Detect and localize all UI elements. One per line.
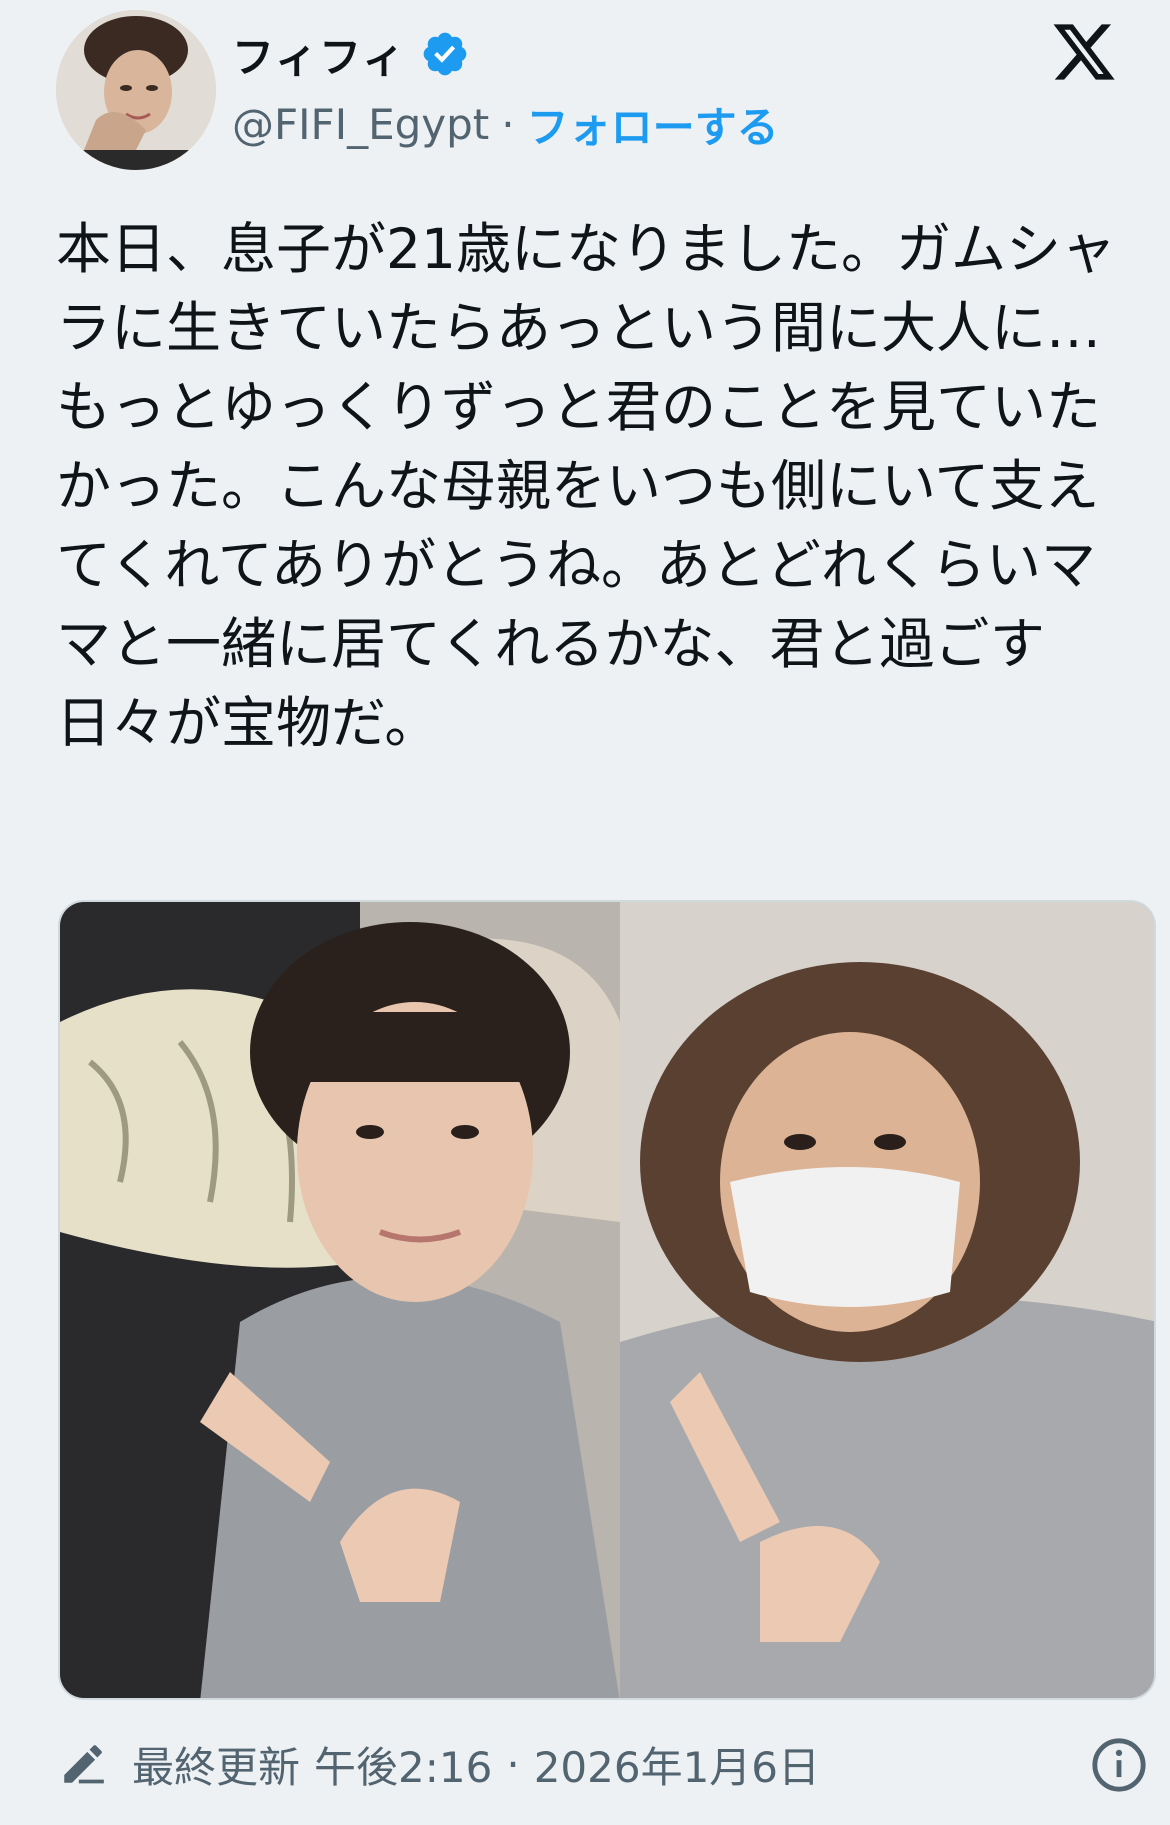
tweet-date[interactable]: 2026年1月6日 bbox=[534, 1734, 820, 1795]
info-icon[interactable] bbox=[1090, 1736, 1148, 1794]
separator-dot: · bbox=[501, 99, 515, 149]
edited-label[interactable]: 最終更新 bbox=[132, 1734, 300, 1795]
user-handle[interactable]: @FIFI_Egypt bbox=[232, 100, 489, 149]
avatar[interactable] bbox=[56, 10, 216, 170]
tweet-text: 本日、息子が21歳になりました。ガムシャラに生きていたらあっという間に大人に…も… bbox=[56, 217, 1116, 755]
tweet-card: フィフィ @FIFI_Egypt · フォローする 本日、息子が21歳になりまし… bbox=[0, 0, 1170, 1825]
footer-separator-dot: · bbox=[506, 1739, 520, 1789]
tweet-footer: 最終更新 午後2:16 · 2026年1月6日 bbox=[58, 1732, 1148, 1796]
follow-button[interactable]: フォローする bbox=[527, 94, 779, 155]
tweet-photo[interactable] bbox=[58, 900, 1156, 1700]
display-name[interactable]: フィフィ bbox=[232, 24, 406, 85]
pencil-icon bbox=[64, 1745, 104, 1784]
x-logo-icon[interactable] bbox=[1048, 18, 1120, 86]
handle-row: @FIFI_Egypt · フォローする bbox=[232, 96, 779, 152]
tweet-time[interactable]: 午後2:16 bbox=[314, 1734, 492, 1795]
verified-badge-icon bbox=[423, 32, 467, 76]
display-name-row: フィフィ bbox=[232, 22, 470, 86]
